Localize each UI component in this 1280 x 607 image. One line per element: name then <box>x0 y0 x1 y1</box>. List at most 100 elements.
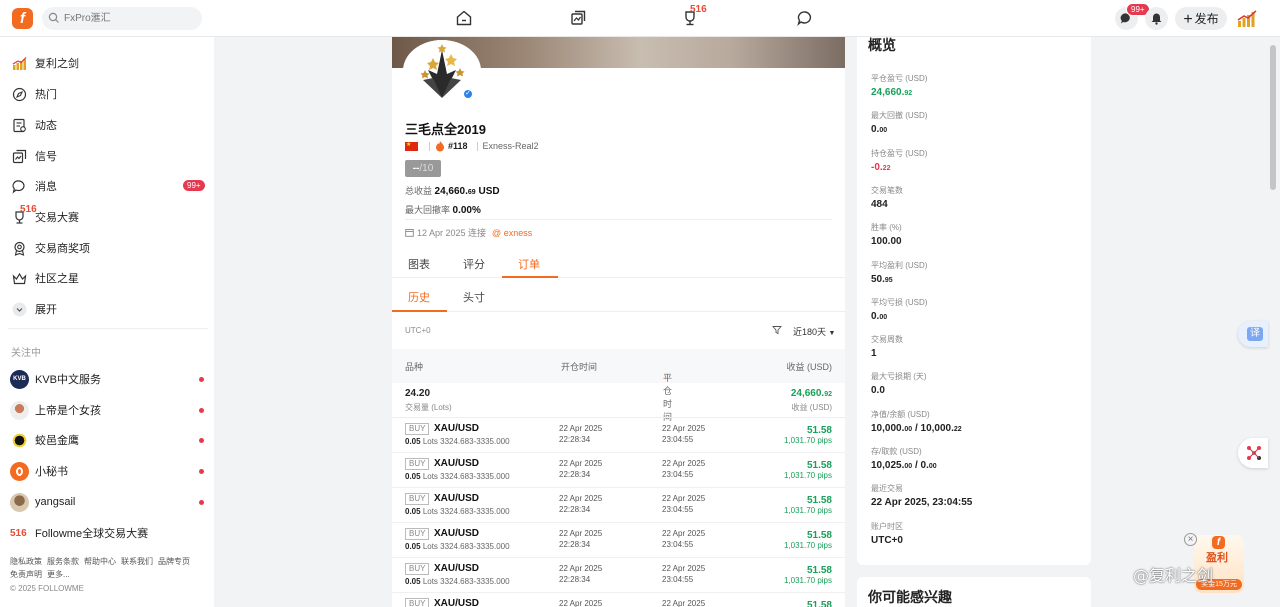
symbol: XAU/USD <box>434 423 480 434</box>
following-name: KVB中文服务 <box>35 374 102 386</box>
footer-link[interactable]: 联系我们 <box>121 557 153 566</box>
row-pips: 1,031.70 pips <box>783 541 832 550</box>
stat-value: 10,000.00 / 10,000.22 <box>871 422 962 434</box>
row-profit: 51.58 <box>806 530 832 541</box>
home-icon[interactable] <box>455 9 473 27</box>
table-row[interactable]: BUYXAU/USD0.05 Lots 3324.683-3335.00022 … <box>392 523 845 558</box>
trader-name: 三毛点全2019 <box>405 122 486 137</box>
footer-link[interactable]: 帮助中心 <box>84 557 116 566</box>
following-item[interactable]: 516 Followme全球交易大赛 <box>10 523 148 543</box>
filter-icon[interactable] <box>772 325 782 335</box>
table-row[interactable]: BUYXAU/USD0.05 Lots 3324.683-3335.00022 … <box>392 593 845 607</box>
stat-value: 24,660.92 <box>871 87 913 98</box>
tab-history[interactable]: 历史 <box>408 289 430 305</box>
account-label: Exness-Real2 <box>482 141 539 151</box>
sidebar-item-feed[interactable]: 动态 <box>12 115 57 135</box>
close-time: 22 Apr 202523:04:55 <box>662 424 706 444</box>
footer-link[interactable]: 更多... <box>47 570 70 579</box>
stat-value: 484 <box>871 198 888 210</box>
footer-link[interactable]: 免责声明 <box>10 570 42 579</box>
open-time: 22 Apr 202522:28:34 <box>559 459 603 479</box>
left-sidebar: 复利之剑 热门 动态 信号 消息 99+ 交易大赛 516 交易商奖项 社区之星… <box>0 37 214 607</box>
following-title: 关注中 <box>11 348 41 359</box>
footer-link[interactable]: 隐私政策 <box>10 557 42 566</box>
table-row[interactable]: BUYXAU/USD0.05 Lots 3324.683-3335.00022 … <box>392 488 845 523</box>
user-avatar-icon <box>12 56 27 70</box>
followme-logo: f <box>1212 536 1225 549</box>
max-drawdown-label: 最大回撤率 <box>405 205 451 215</box>
table-row[interactable]: BUYXAU/USD0.05 Lots 3324.683-3335.00022 … <box>392 453 845 488</box>
following-name: 蛟邑金鹰 <box>35 435 79 447</box>
stat-label: 最近交易 <box>871 484 903 494</box>
following-item[interactable]: 上帝是个女孩 <box>10 400 101 420</box>
tab-positions[interactable]: 头寸 <box>463 289 485 305</box>
user-avatar[interactable] <box>1237 9 1257 29</box>
following-name: 小秘书 <box>35 466 68 478</box>
sidebar-item-label: 消息 <box>35 181 57 193</box>
header-profit: 收益 (USD) <box>786 362 833 372</box>
score-max: /10 <box>419 163 434 174</box>
total-profit-label: 总收益 <box>405 186 433 196</box>
table-row[interactable]: BUYXAU/USD0.05 Lots 3324.683-3335.00022 … <box>392 418 845 453</box>
notification-button[interactable] <box>1145 7 1168 30</box>
following-item[interactable]: yangsail <box>10 492 75 512</box>
sidebar-item-messages[interactable]: 消息 <box>12 176 57 196</box>
share-button[interactable] <box>1238 438 1268 468</box>
sidebar-item-hot[interactable]: 热门 <box>12 84 57 104</box>
active-subtab-indicator <box>392 310 447 312</box>
date-range-select[interactable]: 近180天 ▼ <box>793 325 835 338</box>
stat-label: 存/取款 (USD) <box>871 447 922 456</box>
max-drawdown: 最大回撤率 0.00% <box>405 203 481 216</box>
translate-button[interactable]: 译 <box>1238 321 1268 347</box>
china-flag-icon: ★ <box>405 141 418 151</box>
top-bar: f 516 99+ +发布 <box>0 0 1280 37</box>
lots-info: 0.05 Lots 3324.683-3335.000 <box>405 472 510 481</box>
following-item[interactable]: KVB KVB中文服务 <box>10 369 101 389</box>
unread-dot <box>199 408 204 413</box>
message-icon[interactable] <box>796 9 814 27</box>
table-row[interactable]: BUYXAU/USD0.05 Lots 3324.683-3335.00022 … <box>392 558 845 593</box>
sidebar-expand[interactable]: 展开 <box>12 299 57 319</box>
signal-icon <box>12 149 27 163</box>
signal-icon[interactable] <box>569 9 587 27</box>
close-time: 22 Apr 202523:04:55 <box>662 599 706 607</box>
sidebar-item-label: 交易大赛 <box>35 212 79 224</box>
open-time: 22 Apr 202522:28:34 <box>559 529 603 549</box>
search-input[interactable] <box>64 10 194 27</box>
symbol: XAU/USD <box>434 598 480 607</box>
open-time: 22 Apr 202522:28:34 <box>559 564 603 584</box>
footer-link[interactable]: 服务条款 <box>47 557 79 566</box>
chevron-down-icon <box>12 302 27 316</box>
tab-rating[interactable]: 评分 <box>463 256 485 272</box>
total-profit-value: 24,660.69 USD <box>434 186 500 197</box>
tab-orders[interactable]: 订单 <box>518 256 540 272</box>
footer-link[interactable]: 品牌专页 <box>158 557 190 566</box>
search-box[interactable] <box>42 7 202 30</box>
sidebar-divider <box>8 328 208 329</box>
sidebar-item-community-stars[interactable]: 社区之星 <box>12 268 79 288</box>
overview-panel: 概览 平仓盈亏 (USD) 24,660.92 最大回撤 (USD) 0.00 持仓盈亏… <box>857 37 1091 565</box>
sidebar-item-label: 热门 <box>35 89 57 101</box>
sidebar-item-label: 动态 <box>35 120 57 132</box>
tab-chart[interactable]: 图表 <box>408 256 430 272</box>
sidebar-item-compound-sword[interactable]: 复利之剑 <box>12 53 79 73</box>
followme-logo[interactable]: f <box>12 8 33 29</box>
trader-profile: ✓ 三毛点全2019 ★ #118 Exness-Real2 --/10 总收益… <box>392 37 845 607</box>
sidebar-item-broker-awards[interactable]: 交易商奖项 <box>12 238 90 258</box>
network-icon <box>1247 446 1261 460</box>
row-profit: 51.58 <box>806 460 832 471</box>
scrollbar[interactable] <box>1270 45 1276 190</box>
broker-link[interactable]: @ exness <box>492 228 532 238</box>
unread-dot <box>199 377 204 382</box>
close-icon[interactable]: × <box>1184 533 1197 546</box>
following-item[interactable]: 蛟邑金鹰 <box>10 430 79 450</box>
avatar: KVB <box>10 369 29 389</box>
open-time: 22 Apr 202522:28:34 <box>559 424 603 444</box>
stat-label: 最大回撤 (USD) <box>871 111 928 121</box>
following-item[interactable]: 小秘书 <box>10 461 68 481</box>
publish-button[interactable]: + 发布 <box>1175 7 1227 30</box>
total-lots: 24.20 <box>405 388 431 399</box>
sidebar-item-signals[interactable]: 信号 <box>12 146 57 166</box>
stat-label: 平仓盈亏 (USD) <box>871 74 928 83</box>
watermark: @复利之剑 <box>1133 566 1214 585</box>
